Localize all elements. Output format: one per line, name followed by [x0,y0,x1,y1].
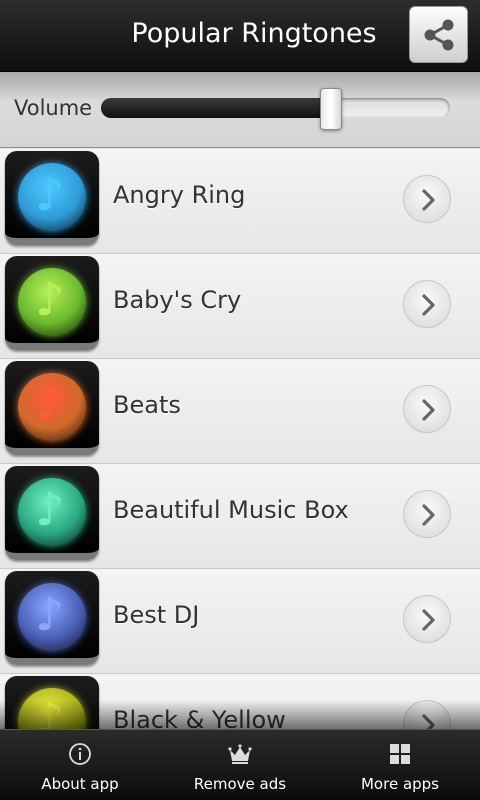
chevron-right-icon[interactable] [403,595,451,643]
ringtone-name: Best DJ [113,601,200,629]
music-note-icon: ♪ [5,466,99,560]
chevron-right-icon[interactable] [403,175,451,223]
note-glyph: ♪ [35,272,65,326]
music-note-icon: ♪ [5,256,99,350]
music-note-icon: ♪ [5,151,99,245]
volume-label: Volume [14,96,93,120]
volume-slider-track[interactable] [101,98,450,118]
chevron-right-icon[interactable] [403,280,451,328]
ringtone-list: ♪ Angry Ring ♪ Baby's Cry ♪ Beats ♪ Beautiful M… [0,149,480,779]
about-app-label: About app [41,775,119,793]
crown-icon [228,744,252,764]
ringtone-row[interactable]: ♪ Beats [0,359,480,464]
note-glyph: ♪ [35,482,65,536]
music-note-icon: ♪ [5,571,99,665]
share-button[interactable] [409,6,468,63]
volume-slider-thumb[interactable] [320,88,342,130]
chevron-right-icon[interactable] [403,385,451,433]
ringtone-row[interactable]: ♪ Beautiful Music Box [0,464,480,569]
ringtone-name: Beats [113,391,181,419]
ringtone-name: Angry Ring [113,181,246,209]
grid-icon [390,744,410,764]
volume-slider-fill [101,98,331,118]
note-glyph: ♪ [35,167,65,221]
header-bar: Popular Ringtones [0,0,480,72]
bottom-toolbar: About app Remove ads More apps [0,729,480,800]
app-screen: Popular Ringtones Volume ♪ Angry Ring ♪ Bab… [0,0,480,800]
remove-ads-tab[interactable]: Remove ads [160,730,320,800]
volume-bar: Volume [0,72,480,148]
more-apps-label: More apps [360,775,439,793]
share-icon [424,19,454,51]
ringtone-row[interactable]: ♪ Angry Ring [0,149,480,254]
note-glyph: ♪ [35,377,65,431]
list-fade [0,700,480,730]
music-note-icon: ♪ [5,361,99,455]
note-glyph: ♪ [35,587,65,641]
page-title: Popular Ringtones [131,18,377,49]
ringtone-row[interactable]: ♪ Best DJ [0,569,480,674]
info-icon [69,743,91,765]
about-app-tab[interactable]: About app [0,730,160,800]
ringtone-name: Beautiful Music Box [113,496,349,524]
remove-ads-label: Remove ads [193,775,287,793]
ringtone-name: Baby's Cry [113,286,242,314]
more-apps-tab[interactable]: More apps [320,730,480,800]
chevron-right-icon[interactable] [403,490,451,538]
ringtone-row[interactable]: ♪ Baby's Cry [0,254,480,359]
